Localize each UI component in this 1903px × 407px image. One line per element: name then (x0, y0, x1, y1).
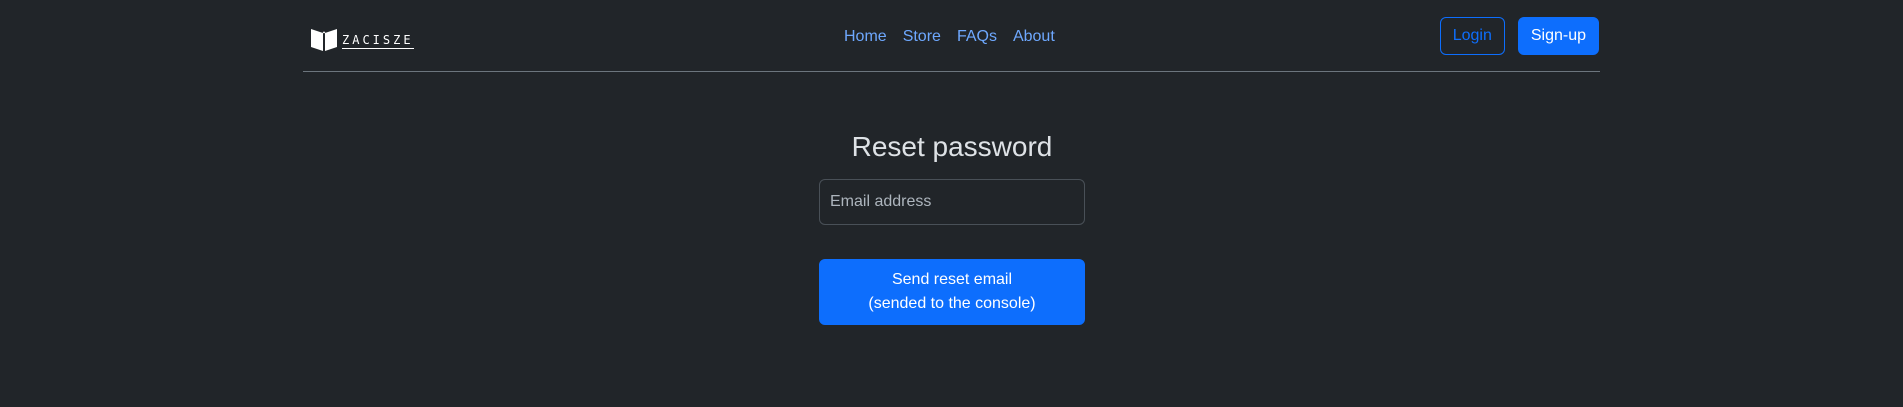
email-field[interactable] (819, 179, 1085, 225)
submit-label: Send reset email (891, 271, 1013, 288)
header: ZACISZE Home Store FAQs About Login Sign… (303, 0, 1600, 72)
submit-note: (sended to the console) (868, 295, 1036, 312)
brand-logo-link[interactable]: ZACISZE (310, 26, 414, 52)
auth-buttons: Login Sign-up (1439, 17, 1599, 55)
signup-button[interactable]: Sign-up (1517, 17, 1599, 55)
brand-name: ZACISZE (342, 33, 414, 49)
main-nav: Home Store FAQs About (844, 24, 1071, 50)
page: ZACISZE Home Store FAQs About Login Sign… (0, 0, 1903, 407)
nav-link-home[interactable]: Home (844, 24, 887, 50)
login-button[interactable]: Login (1439, 17, 1505, 55)
nav-link-store[interactable]: Store (903, 24, 941, 50)
nav-link-about[interactable]: About (1013, 24, 1055, 50)
open-book-icon (311, 29, 337, 51)
send-reset-email-button[interactable]: Send reset email (sended to the console) (819, 259, 1085, 325)
page-title: Reset password (851, 131, 1053, 162)
nav-link-faqs[interactable]: FAQs (957, 24, 997, 50)
reset-password-form: Reset password Send reset email (sended … (819, 126, 1085, 325)
